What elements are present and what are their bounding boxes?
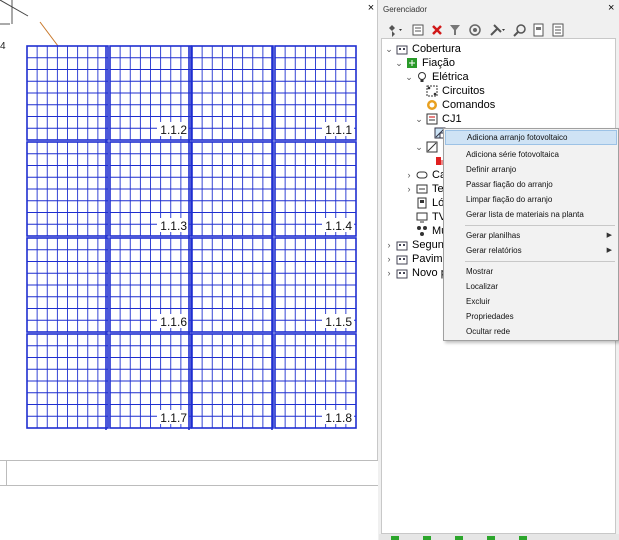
document-icon[interactable]: [529, 21, 549, 39]
panel-title: Gerenciador: [383, 5, 428, 14]
menu-item-gerar-planilhas[interactable]: Gerar planilhas ▶: [445, 228, 617, 243]
move-arrows-icon[interactable]: [385, 21, 405, 39]
command-area[interactable]: [0, 486, 378, 540]
module-label: 1.1.2: [160, 123, 187, 137]
menu-item-mostrar[interactable]: Mostrar: [445, 264, 617, 279]
tree-item-comandos[interactable]: Comandos: [426, 98, 495, 112]
tree-item-fiacao[interactable]: ⌄ Fiação: [394, 56, 455, 70]
drawing-horizontal-bar[interactable]: [0, 460, 378, 487]
chevron-right-icon[interactable]: ›: [384, 254, 394, 264]
menu-item-adiciona-serie[interactable]: Adiciona série fotovoltaica: [445, 147, 617, 162]
tree-item-cj1[interactable]: ⌄ CJ1: [414, 112, 462, 126]
menu-item-limpar-fiacao[interactable]: Limpar fiação do arranjo: [445, 192, 617, 207]
tree-item-label: Fiação: [422, 57, 456, 69]
tree-item-eletrica[interactable]: ⌄ Elétrica: [404, 70, 469, 84]
multi-icon: [416, 225, 428, 237]
logic-icon: [416, 197, 428, 209]
menu-item-passar-fiacao[interactable]: Passar fiação do arranjo: [445, 177, 617, 192]
panel-close-button[interactable]: ×: [608, 3, 614, 14]
list-icon[interactable]: [548, 21, 568, 39]
tools-icon[interactable]: [488, 21, 508, 39]
menu-item-excluir[interactable]: Excluir: [445, 294, 617, 309]
building-icon: [396, 43, 408, 55]
tree-item-label: Elétrica: [432, 71, 469, 83]
board-icon: [426, 113, 438, 125]
module-label: 1.1.5: [325, 315, 352, 329]
tab-marker[interactable]: [391, 536, 399, 540]
select-filter-icon[interactable]: [445, 21, 465, 39]
chevron-right-icon[interactable]: ›: [404, 170, 414, 180]
tree-item-label: Circuitos: [442, 85, 485, 97]
tab-marker[interactable]: [423, 536, 431, 540]
tab-marker[interactable]: [455, 536, 463, 540]
menu-item-gerar-relatorios[interactable]: Gerar relatórios ▶: [445, 243, 617, 258]
menu-separator: [465, 261, 615, 262]
target-icon[interactable]: [465, 21, 485, 39]
circuits-icon: [426, 85, 438, 97]
panel-tab-strip[interactable]: [379, 534, 619, 540]
inverter-icon: [426, 141, 438, 153]
module-label: 1.1.7: [160, 411, 187, 425]
building-icon: [396, 239, 408, 251]
cable-icon: [416, 169, 428, 181]
chevron-down-icon[interactable]: ⌄: [414, 142, 424, 152]
menu-item-definir-arranjo[interactable]: Definir arranjo: [445, 162, 617, 177]
menu-item-propriedades[interactable]: Propriedades: [445, 309, 617, 324]
module-label: 1.1.4: [325, 219, 352, 233]
telecom-icon: [416, 183, 428, 195]
tab-marker[interactable]: [487, 536, 495, 540]
divider: [6, 461, 7, 487]
chevron-right-icon[interactable]: ›: [384, 240, 394, 250]
drawing-canvas[interactable]: 4 1.1.2 1.1.1 1.1.3 1.1.4 1.1.6 1.1.5 1.1.7 1.1.…: [0, 0, 378, 460]
chevron-down-icon[interactable]: ⌄: [394, 58, 404, 68]
drawing-pane[interactable]: 4 1.1.2 1.1.1 1.1.3 1.1.4 1.1.6 1.1.5 1.1.7 1.1.…: [0, 0, 378, 540]
solar-array-drawing[interactable]: 4 1.1.2 1.1.1 1.1.3 1.1.4 1.1.6 1.1.5 1.1.7 1.1.…: [0, 0, 378, 460]
commands-icon: [426, 99, 438, 111]
chevron-down-icon[interactable]: ⌄: [384, 44, 394, 54]
building-icon: [396, 267, 408, 279]
tab-marker[interactable]: [519, 536, 527, 540]
bulb-icon: [416, 71, 428, 83]
tv-icon: [416, 211, 428, 223]
zoom-icon[interactable]: [510, 21, 530, 39]
submenu-arrow-icon: ▶: [606, 232, 612, 239]
menu-item-label: Gerar planilhas: [466, 231, 521, 240]
chevron-down-icon[interactable]: ⌄: [404, 72, 414, 82]
building-icon: [396, 253, 408, 265]
chevron-down-icon[interactable]: ⌄: [414, 114, 424, 124]
corner-label: 4: [0, 41, 6, 52]
context-menu: Adiciona arranjo fotovoltaico Adiciona s…: [443, 128, 619, 341]
module-label: 1.1.1: [325, 123, 352, 137]
tree-item-label: CJ1: [442, 113, 462, 125]
tree-item-label: Cobertura: [412, 43, 461, 55]
drawing-close-button[interactable]: ×: [366, 3, 376, 14]
menu-item-localizar[interactable]: Localizar: [445, 279, 617, 294]
tree-item-label: Comandos: [442, 99, 496, 111]
tree-item-cobertura[interactable]: ⌄ Cobertura: [384, 42, 461, 56]
module-label: 1.1.6: [160, 315, 187, 329]
module-label: 1.1.3: [160, 219, 187, 233]
tree-item-circuitos[interactable]: Circuitos: [426, 84, 485, 98]
menu-item-label: Gerar relatórios: [466, 246, 522, 255]
chevron-right-icon[interactable]: ›: [404, 184, 414, 194]
menu-separator: [465, 225, 615, 226]
menu-item-ocultar-rede[interactable]: Ocultar rede: [445, 324, 617, 339]
delete-x-icon[interactable]: [427, 21, 447, 39]
leader-line: [39, 21, 59, 47]
wiring-icon: [406, 57, 418, 69]
chevron-right-icon[interactable]: ›: [384, 268, 394, 278]
menu-item-gerar-lista[interactable]: Gerar lista de materiais na planta: [445, 207, 617, 222]
menu-item-adiciona-arranjo[interactable]: Adiciona arranjo fotovoltaico: [445, 130, 617, 145]
frame-line: [0, 0, 29, 17]
submenu-arrow-icon: ▶: [606, 247, 612, 254]
properties-icon[interactable]: [408, 21, 428, 39]
module-label: 1.1.8: [325, 411, 352, 425]
